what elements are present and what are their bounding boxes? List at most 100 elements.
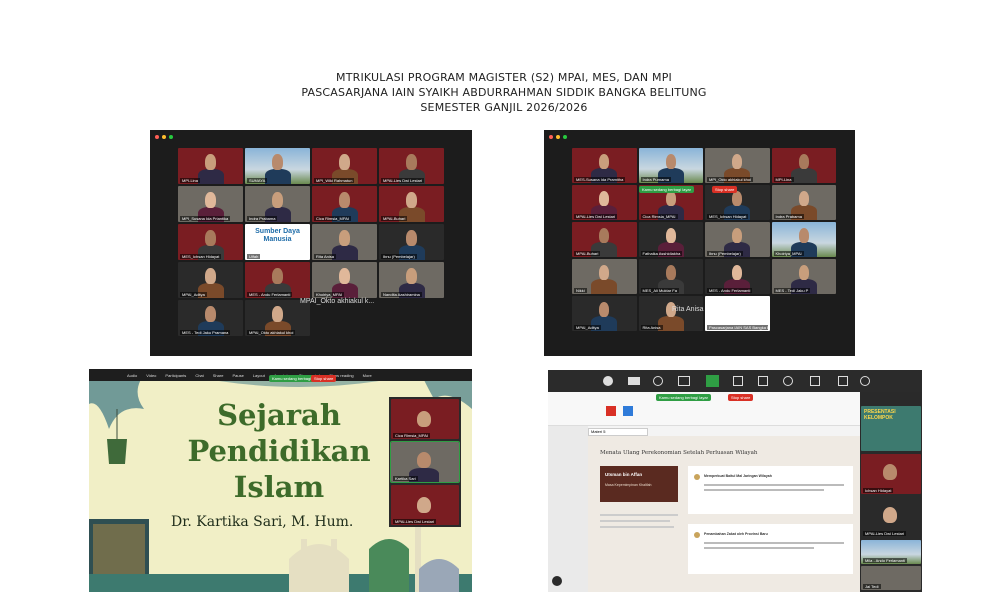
participant-tile[interactable]: Rita Anisa [638, 296, 703, 331]
participant-tile[interactable]: Khoiriya_MPAI [771, 222, 836, 257]
slide-screenshot: Audio Video Participants Chat Share Pause Layo… [89, 369, 472, 592]
toolbar-item[interactable]: Share [213, 373, 224, 378]
apps-icon[interactable] [733, 376, 743, 386]
chat-icon[interactable] [678, 376, 690, 386]
stop-share-button[interactable]: Stop share [712, 186, 738, 193]
participant-sidebar: Cica Rimsia_MPAI Kartika Sari MPAI-Lies … [389, 397, 461, 527]
text-line [704, 547, 814, 549]
participant-name: Rita Anisa [640, 325, 663, 330]
participant-face [339, 192, 350, 208]
participant-tile[interactable]: Indra Purnama [638, 148, 703, 183]
remote-control-icon[interactable] [810, 376, 820, 386]
participant-face [272, 268, 283, 284]
participant-tile[interactable]: MES - Andu Ferlamanti [705, 259, 770, 294]
video-icon[interactable] [628, 377, 640, 385]
stop-share-button[interactable]: Stop share [728, 394, 754, 401]
participant-tile[interactable]: MPAI-Buhari [572, 222, 637, 257]
participant-name: MES - Tedi Jaku Pramana [180, 330, 231, 335]
sidebar-tile[interactable]: MPAI-Lies Dwi Lestari [391, 485, 459, 525]
point-card-2: Penambahan Zakat oleh Provinsi Baru [688, 524, 853, 574]
participant-tile[interactable]: MES_Ali Muktar Fa [638, 259, 703, 294]
participant-tile[interactable]: Nandita Aashiramina [379, 262, 444, 298]
participant-name: MPAI-Buhari [381, 216, 408, 221]
zoom-gallery-screenshot-2: Kamu sedang berbagi layar Stop share MES… [544, 130, 855, 356]
whiteboard-icon[interactable] [758, 376, 768, 386]
participant-tile[interactable]: Khoiriya_MPAI [312, 262, 377, 298]
participant-tile[interactable]: MES_Ichsan Hidayat [178, 224, 243, 260]
participant-tile[interactable]: Fathaika Asshidiakha [638, 222, 703, 257]
participant-face [272, 154, 283, 170]
participant-tile[interactable]: Cica Rimsia_MPAI [312, 186, 377, 222]
participant-tile[interactable]: MPI_Wiki Rahmatun [312, 148, 377, 184]
participant-name: Fathaika Asshidiakha [640, 251, 683, 256]
participant-tile[interactable]: MPAI_Aditya [178, 262, 243, 298]
active-speaker-tile[interactable]: Kartika Sari [390, 441, 460, 483]
participant-face [339, 230, 350, 246]
maximize-dot-icon[interactable] [563, 135, 567, 139]
participant-tile[interactable]: Indra Prabama [771, 185, 836, 220]
highlight-icon[interactable] [606, 406, 616, 416]
participant-face [205, 154, 216, 170]
participant-tile[interactable]: MPI-Lina [771, 148, 836, 183]
toolbar-item[interactable]: Audio [127, 373, 137, 378]
toolbar-item[interactable]: Video [146, 373, 156, 378]
participant-name: Ibnu (Pembelajar) [381, 254, 417, 259]
participant-tile[interactable]: MPAI-Lies Dwi Lestari [572, 185, 637, 220]
participant-tile[interactable]: Ibnu (Pembelajar) [705, 222, 770, 257]
tab-materi[interactable]: Materi 5 [588, 428, 648, 436]
participant-tile[interactable]: MES - Andu Ferlamanti [245, 262, 310, 298]
sidebar-tile[interactable]: Cica Rimsia_MPAI [391, 399, 459, 439]
participant-sidebar: PRESENTASI KELOMPOK Ichsan Hidayat MPAI-… [860, 392, 922, 592]
presentation-thumbnail[interactable]: PRESENTASI KELOMPOK [861, 406, 921, 451]
participant-tile[interactable]: MPAI_Okto akhiakul khoi [245, 300, 310, 336]
close-dot-icon[interactable] [549, 135, 553, 139]
fill-icon[interactable] [623, 406, 633, 416]
toolbar-item[interactable]: Chat [195, 373, 203, 378]
participant-face [732, 191, 743, 206]
toolbar-item[interactable]: More [363, 373, 372, 378]
sidebar-tile[interactable]: Ichsan Hidayat [861, 454, 921, 494]
participant-tile[interactable]: Rita Anisa [312, 224, 377, 260]
participant-name: MPAI-Buhari [574, 251, 601, 256]
more-icon[interactable] [860, 376, 870, 386]
participant-tile[interactable]: MPI_Susana Ida Priantika [178, 186, 243, 222]
minimize-dot-icon[interactable] [162, 135, 166, 139]
toolbar-item[interactable]: Pause [232, 373, 243, 378]
sidebar-tile[interactable]: Jai Tedi [861, 566, 921, 590]
participant-tile[interactable]: MES - Tedi Jaku Pramana [178, 300, 243, 336]
participant-tile[interactable]: Ibnu (Pembelajar) [379, 224, 444, 260]
participant-name: MPAI-Lies Dwi Lestari [381, 178, 425, 183]
participant-grid: MPI-Lina SUMAYA MPI_Wiki Rahmatun MPAI-Lies… [178, 148, 444, 348]
microphone-icon[interactable] [603, 376, 613, 386]
participant-name: Cica Rimsia_MPAI [393, 433, 431, 438]
participant-tile[interactable]: MPAI-Buhari [379, 186, 444, 222]
participant-face [732, 154, 743, 169]
toolbar-item[interactable]: Participants [165, 373, 186, 378]
stop-share-button[interactable]: Stop share [311, 375, 337, 382]
edit-icon[interactable] [552, 576, 562, 586]
participant-tile[interactable]: MES-Susana Ida Pramitha [572, 148, 637, 183]
participant-tile[interactable]: MES - Tedi Jaku P [771, 259, 836, 294]
participant-tile[interactable]: Sumber Daya Manusia Ulfah [245, 224, 310, 260]
sidebar-tile[interactable]: MPAI-Lies Dwi Lestari [861, 497, 921, 537]
participant-tile[interactable]: MPAI-Lies Dwi Lestari [379, 148, 444, 184]
participants-icon[interactable] [653, 376, 663, 386]
participant-face [732, 228, 743, 243]
minimize-dot-icon[interactable] [556, 135, 560, 139]
toolbar-item[interactable]: Layout [253, 373, 265, 378]
sidebar-tile[interactable]: Mila - Ando Ferlamanti [861, 540, 921, 564]
participant-name: MES_Ali Muktar Fa [640, 288, 679, 293]
participant-tile[interactable]: Indra Prabama [245, 186, 310, 222]
participant-tile[interactable]: SUMAYA [245, 148, 310, 184]
participant-tile[interactable]: MPI-Lina [178, 148, 243, 184]
pause-share-icon[interactable] [838, 376, 848, 386]
participant-tile[interactable]: MPAI_Aditya [572, 296, 637, 331]
close-dot-icon[interactable] [155, 135, 159, 139]
annotate-icon[interactable] [783, 376, 793, 386]
participant-tile[interactable]: Nikki [572, 259, 637, 294]
participant-tile[interactable]: MPI_Okto akhiakul khoi [705, 148, 770, 183]
participant-tile[interactable]: Pascasarjana IAIN SAS Bangka Beli [705, 296, 770, 331]
maximize-dot-icon[interactable] [169, 135, 173, 139]
share-icon[interactable] [706, 375, 719, 387]
slide-presenter: Dr. Kartika Sari, M. Hum. [171, 514, 354, 530]
